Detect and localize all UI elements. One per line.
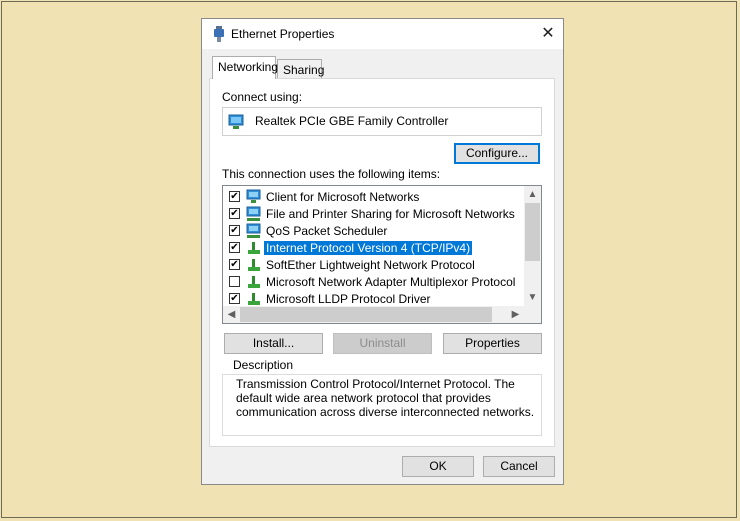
scroll-right-icon[interactable]: ▶ [507,309,524,320]
vertical-scrollbar[interactable]: ▲ ▼ [524,186,541,307]
list-item[interactable]: ✔ Client for Microsoft Networks [229,189,519,205]
protocol-icon [248,242,260,254]
list-item[interactable]: ✔ File and Printer Sharing for Microsoft… [229,206,519,222]
checkbox[interactable]: ✔ [229,225,240,236]
description-text: Transmission Control Protocol/Internet P… [236,377,535,419]
components-list[interactable]: ✔ Client for Microsoft Networks ✔ File a… [222,185,542,324]
properties-button[interactable]: Properties [443,333,542,354]
list-item[interactable]: Microsoft Network Adapter Multiplexor Pr… [229,274,519,290]
configure-button[interactable]: Configure... [454,143,540,164]
list-item[interactable]: ✔ Microsoft LLDP Protocol Driver [229,291,519,307]
item-label: Client for Microsoft Networks [266,190,420,204]
window-title: Ethernet Properties [231,27,335,41]
checkbox[interactable]: ✔ [229,293,240,304]
items-label: This connection uses the following items… [222,167,441,181]
scroll-left-icon[interactable]: ◀ [223,309,240,320]
list-item[interactable]: ✔ SoftEther Lightweight Network Protocol [229,257,519,273]
description-title: Description [230,358,297,372]
list-item[interactable]: ✔ Internet Protocol Version 4 (TCP/IPv4) [229,240,519,256]
scroll-corner [524,306,541,323]
network-adapter-icon [228,114,244,129]
protocol-icon [248,293,260,305]
vertical-scroll-thumb[interactable] [525,203,540,261]
adapter-field: Realtek PCIe GBE Family Controller [222,107,542,136]
protocol-icon [248,276,260,288]
checkbox[interactable]: ✔ [229,242,240,253]
scroll-up-icon[interactable]: ▲ [524,189,541,200]
tab-sharing[interactable]: Sharing [277,59,324,79]
connect-using-label: Connect using: [222,90,303,104]
ethernet-icon [214,26,224,42]
network-service-icon [246,223,261,238]
scroll-down-icon[interactable]: ▼ [524,292,541,303]
protocol-icon [248,259,260,271]
checkbox[interactable]: ✔ [229,208,240,219]
item-label: Internet Protocol Version 4 (TCP/IPv4) [264,241,473,255]
install-button[interactable]: Install... [224,333,323,354]
close-button[interactable]: ✕ [533,19,563,49]
checkbox[interactable]: ✔ [229,259,240,270]
list-item[interactable]: ✔ QoS Packet Scheduler [229,223,519,239]
tab-networking[interactable]: Networking [212,56,278,79]
item-label: Microsoft Network Adapter Multiplexor Pr… [266,275,516,289]
item-label: QoS Packet Scheduler [266,224,388,238]
ok-button[interactable]: OK [402,456,474,477]
title-bar[interactable]: Ethernet Properties ✕ [202,19,563,49]
ethernet-properties-dialog: Ethernet Properties ✕ Networking Sharing… [201,18,564,485]
cancel-button[interactable]: Cancel [483,456,555,477]
item-label: File and Printer Sharing for Microsoft N… [266,207,515,221]
checkbox[interactable]: ✔ [229,191,240,202]
checkbox[interactable] [229,276,240,287]
horizontal-scrollbar[interactable]: ◀ ▶ [223,306,541,323]
item-label: SoftEther Lightweight Network Protocol [266,258,475,272]
adapter-name: Realtek PCIe GBE Family Controller [255,114,449,128]
network-client-icon [246,189,261,203]
uninstall-button[interactable]: Uninstall [333,333,432,354]
item-label: Microsoft LLDP Protocol Driver [266,292,431,306]
network-service-icon [246,206,261,221]
horizontal-scroll-thumb[interactable] [240,307,492,322]
